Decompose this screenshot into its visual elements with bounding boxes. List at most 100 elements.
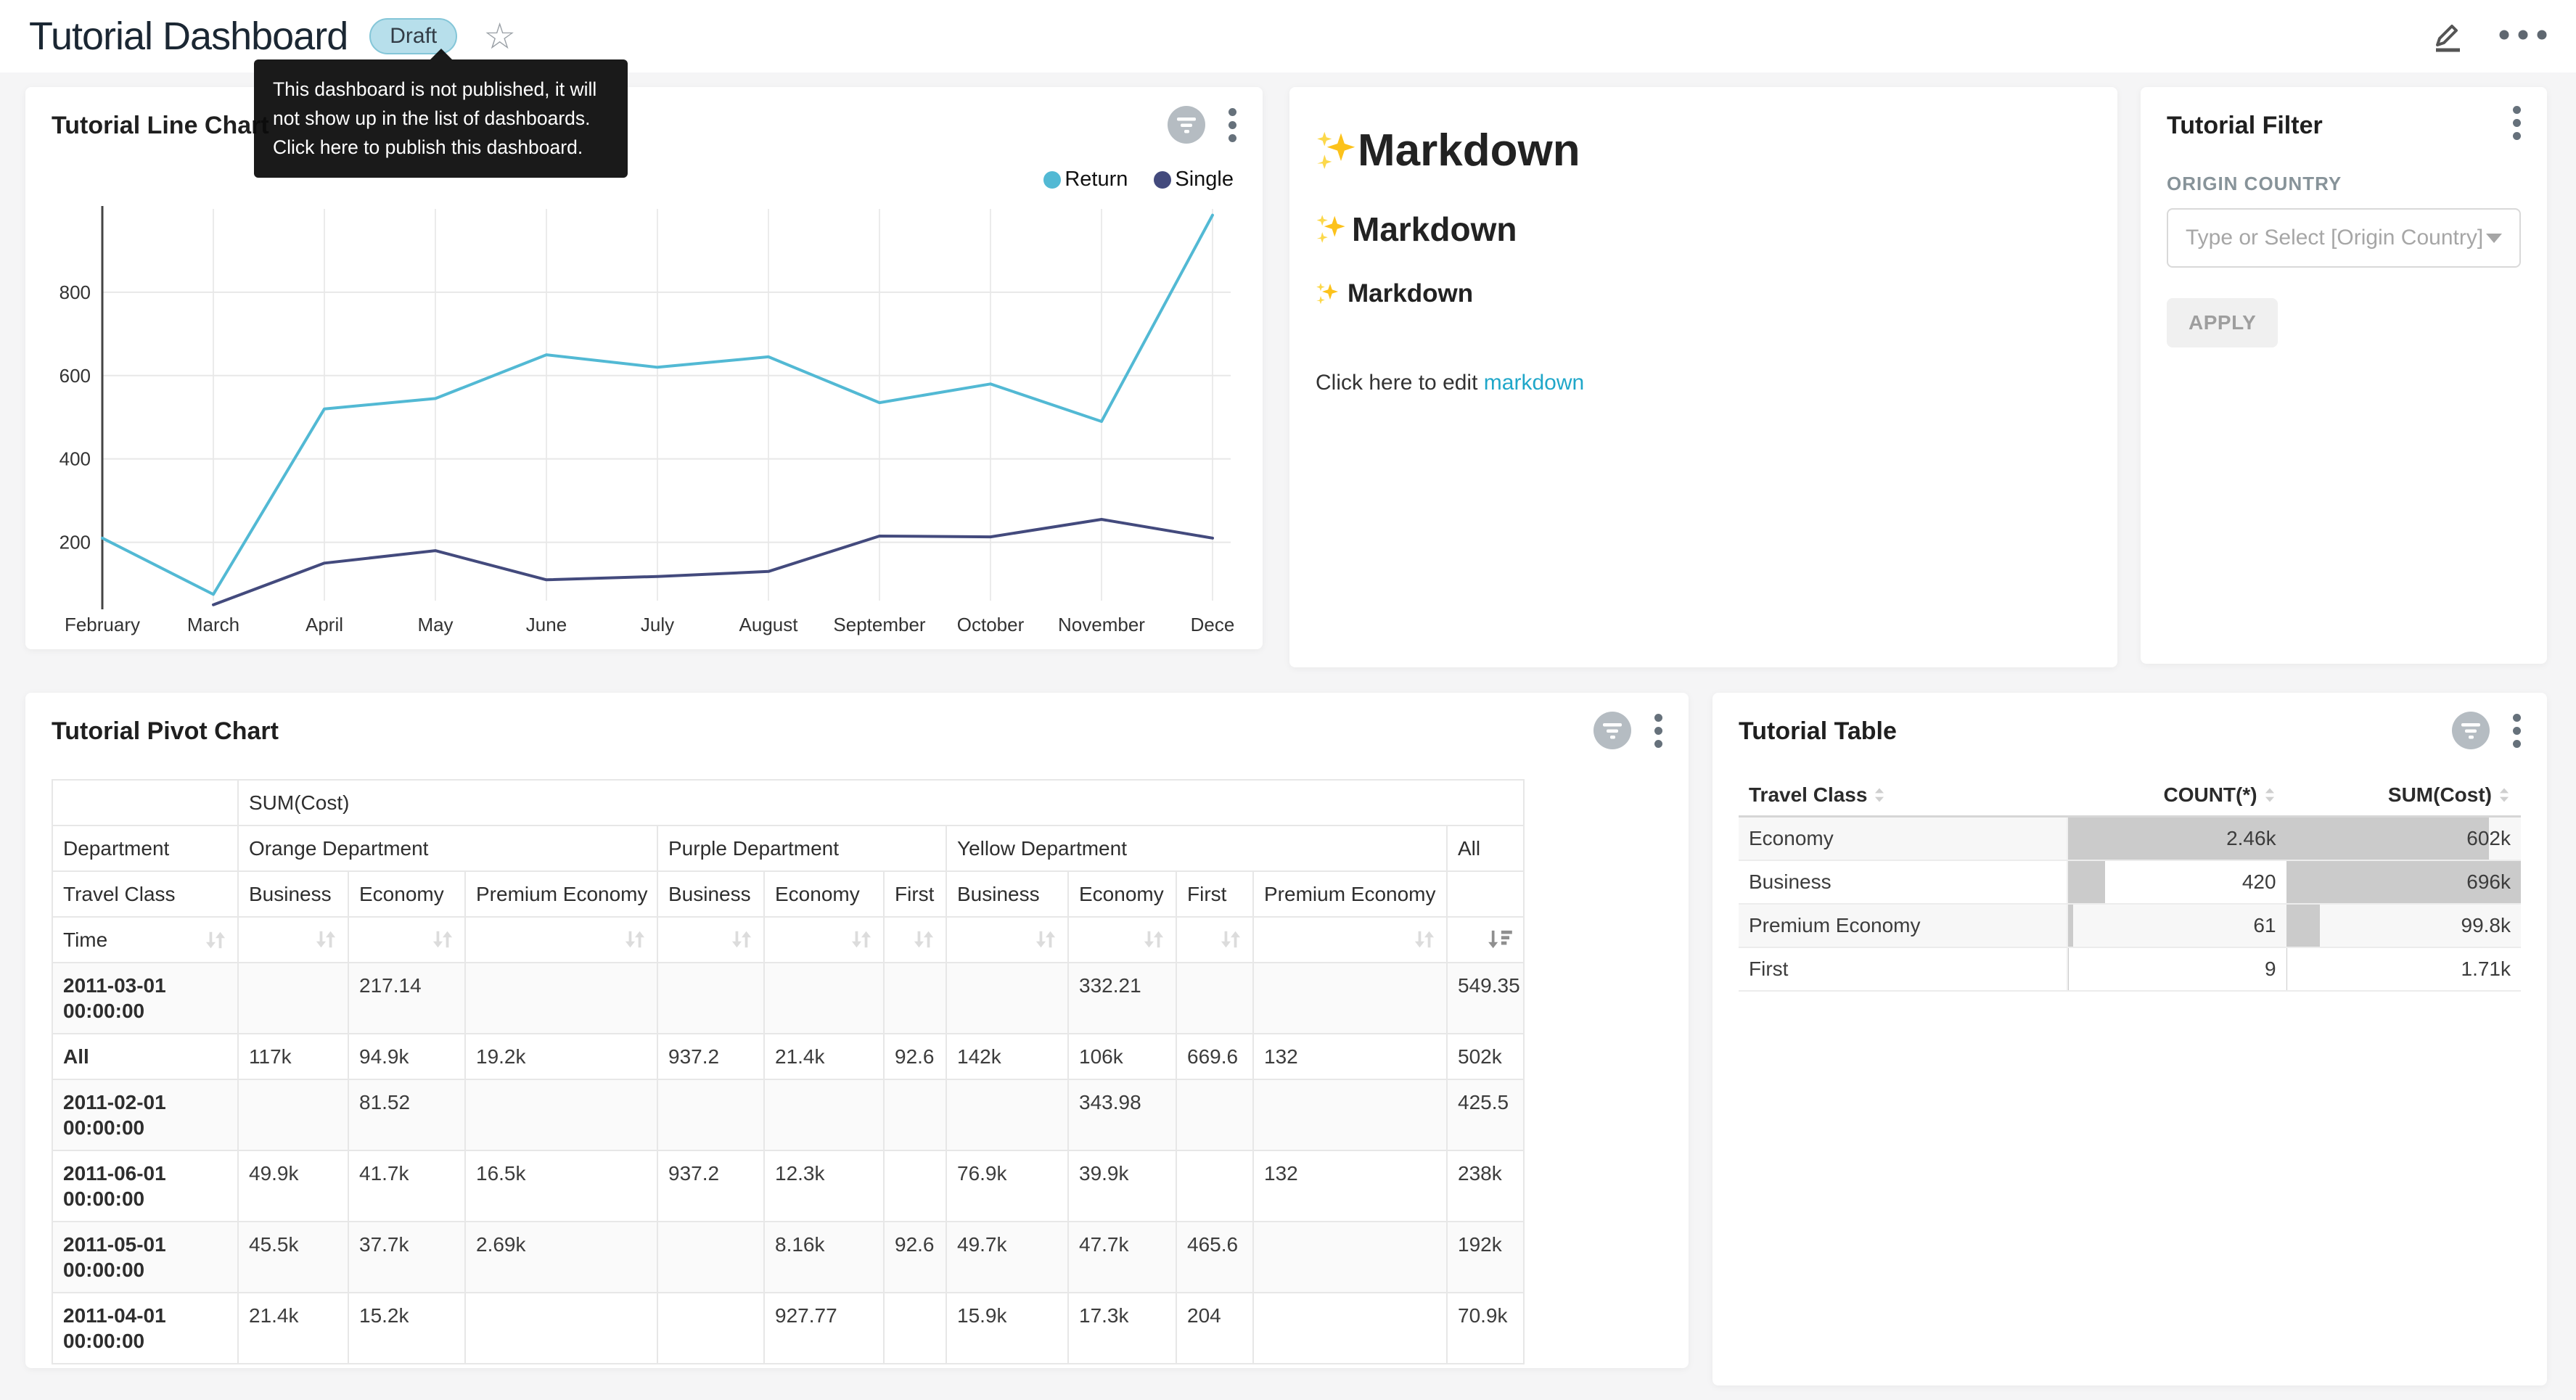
sort-icon[interactable]: [1034, 929, 1057, 950]
column-sort-icon[interactable]: [1873, 786, 1886, 804]
pivot-sort-cell[interactable]: [465, 917, 657, 963]
pivot-group-header: Yellow Department: [946, 825, 1447, 871]
applied-filters-icon[interactable]: [1593, 712, 1631, 753]
count-bar: [2068, 948, 2070, 990]
pivot-col-header: First: [1176, 871, 1253, 917]
pivot-sort-cell[interactable]: [946, 917, 1068, 963]
pivot-col-header: Business: [238, 871, 348, 917]
col-header-count[interactable]: COUNT(*): [2067, 775, 2286, 817]
pivot-value-cell: 39.9k: [1068, 1150, 1176, 1222]
pivot-value-cell: [1176, 1150, 1253, 1222]
pivot-value-cell: [657, 1222, 764, 1293]
sum-cell: 602k: [2286, 817, 2521, 861]
pivot-value-cell: [946, 963, 1068, 1034]
kebab-menu-icon[interactable]: [2513, 106, 2521, 144]
pivot-col-header: Economy: [764, 871, 884, 917]
edit-markdown-link[interactable]: markdown: [1484, 371, 1584, 395]
travel-class-table: Travel ClassCOUNT(*)SUM(Cost)Economy2.46…: [1739, 775, 2521, 992]
markdown-h3-text: Markdown: [1348, 279, 1473, 308]
pivot-sort-cell[interactable]: [1447, 917, 1524, 963]
edit-dashboard-icon[interactable]: [2428, 16, 2466, 57]
table-panel: Tutorial Table Travel ClassCOUNT(*)SUM(C…: [1712, 693, 2547, 1385]
pivot-value-cell: 142k: [946, 1034, 1068, 1079]
publish-tooltip: This dashboard is not published, it will…: [254, 59, 628, 178]
sort-desc-active-icon[interactable]: [1487, 929, 1513, 950]
sort-icon[interactable]: [431, 929, 454, 950]
table-row: Premium Economy6199.8k: [1739, 904, 2521, 947]
pivot-sort-cell[interactable]: [348, 917, 465, 963]
pivot-value-cell: 502k: [1447, 1034, 1524, 1079]
sort-icon[interactable]: [204, 930, 227, 950]
pivot-value-cell: 132: [1253, 1150, 1447, 1222]
count-cell: 420: [2067, 860, 2286, 904]
pivot-sort-cell[interactable]: [1068, 917, 1176, 963]
col-header-sum-cost[interactable]: SUM(Cost): [2286, 775, 2521, 817]
col-header-travel-class[interactable]: Travel Class: [1739, 775, 2067, 817]
favorite-star-icon[interactable]: ☆: [483, 18, 516, 54]
sort-icon[interactable]: [1219, 929, 1242, 950]
column-sort-icon[interactable]: [2263, 786, 2276, 804]
pivot-value-cell: 192k: [1447, 1222, 1524, 1293]
pivot-sort-cell[interactable]: [1253, 917, 1447, 963]
sum-cell: 696k: [2286, 860, 2521, 904]
count-cell: 61: [2067, 904, 2286, 947]
pivot-value-cell: 12.3k: [764, 1150, 884, 1222]
table-title: Tutorial Table: [1739, 717, 1897, 746]
pivot-value-cell: 92.6: [884, 1034, 946, 1079]
pivot-value-cell: 49.9k: [238, 1150, 348, 1222]
pivot-value-cell: 332.21: [1068, 963, 1176, 1034]
pivot-col-header: Business: [657, 871, 764, 917]
pivot-value-cell: 117k: [238, 1034, 348, 1079]
pivot-value-cell: 238k: [1447, 1150, 1524, 1222]
pivot-value-cell: [764, 963, 884, 1034]
markdown-paragraph: Click here to edit markdown: [1316, 371, 2091, 395]
chart-x-tick-labels: FebruaryMarchAprilMayJuneJulyAugustSepte…: [65, 614, 1234, 635]
pivot-value-cell: [946, 1079, 1068, 1150]
pivot-value-cell: [764, 1079, 884, 1150]
select-placeholder: Type or Select [Origin Country]: [2186, 226, 2483, 250]
pivot-data-row: 2011-06-01 00:00:0049.9k41.7k16.5k937.21…: [52, 1150, 1524, 1222]
pivot-sort-cell[interactable]: [884, 917, 946, 963]
count-cell: 9: [2067, 947, 2286, 991]
pivot-col-header: First: [884, 871, 946, 917]
pivot-sort-cell[interactable]: [1176, 917, 1253, 963]
pivot-value-cell: 669.6: [1176, 1034, 1253, 1079]
filter-title: Tutorial Filter: [2167, 112, 2323, 140]
line-chart-plot: FebruaryMarchAprilMayJuneJulyAugustSepte…: [52, 202, 1236, 655]
markdown-h2-text: Markdown: [1352, 210, 1517, 249]
kebab-menu-icon[interactable]: [2513, 714, 2521, 752]
pivot-value-cell: 76.9k: [946, 1150, 1068, 1222]
pivot-sort-cell[interactable]: [764, 917, 884, 963]
pivot-title: Tutorial Pivot Chart: [52, 717, 279, 746]
pivot-value-cell: 45.5k: [238, 1222, 348, 1293]
applied-filters-icon[interactable]: [2452, 712, 2490, 753]
applied-filters-icon[interactable]: [1168, 106, 1205, 147]
legend-item-single[interactable]: Single: [1154, 168, 1234, 192]
sparkles-icon: [1316, 282, 1339, 305]
column-sort-icon[interactable]: [2498, 786, 2511, 804]
origin-country-select[interactable]: Type or Select [Origin Country]: [2167, 208, 2521, 268]
pivot-data-row: 2011-04-01 00:00:0021.4k15.2k927.7715.9k…: [52, 1293, 1524, 1364]
y-tick-label: 200: [60, 532, 91, 553]
more-options-icon[interactable]: [2499, 30, 2547, 44]
sort-icon[interactable]: [730, 929, 753, 950]
legend-item-return[interactable]: Return: [1043, 168, 1128, 192]
sort-icon[interactable]: [1413, 929, 1436, 950]
pivot-col-header: Premium Economy: [1253, 871, 1447, 917]
markdown-paragraph-text: Click here to edit: [1316, 371, 1484, 395]
kebab-menu-icon[interactable]: [1654, 714, 1662, 752]
sort-icon[interactable]: [623, 929, 647, 950]
pivot-sort-cell[interactable]: [238, 917, 348, 963]
pivot-value-cell: [884, 1150, 946, 1222]
pivot-sort-cell[interactable]: [657, 917, 764, 963]
markdown-h1-text: Markdown: [1358, 125, 1580, 176]
sort-icon[interactable]: [1142, 929, 1165, 950]
apply-button[interactable]: APPLY: [2167, 298, 2278, 347]
kebab-menu-icon[interactable]: [1228, 108, 1236, 146]
pivot-row-label: 2011-04-01 00:00:00: [52, 1293, 238, 1364]
pivot-value-cell: [657, 963, 764, 1034]
sort-icon[interactable]: [912, 929, 935, 950]
sort-icon[interactable]: [314, 929, 337, 950]
pivot-metric-header: SUM(Cost): [238, 780, 1524, 825]
sort-icon[interactable]: [850, 929, 873, 950]
